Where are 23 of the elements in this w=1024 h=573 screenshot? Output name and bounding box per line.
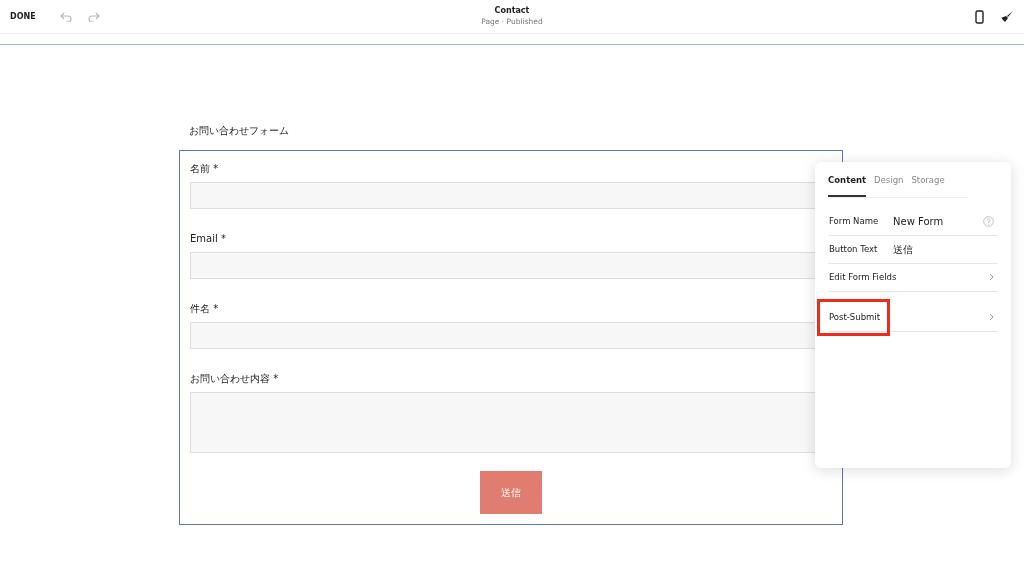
field-label: 名前 * bbox=[190, 162, 220, 176]
page-title: Contact bbox=[493, 6, 531, 16]
redo-icon[interactable] bbox=[87, 11, 100, 22]
field-label: 件名 * bbox=[190, 302, 220, 316]
brush-icon[interactable] bbox=[1000, 9, 1014, 24]
done-button[interactable]: DONE bbox=[10, 10, 36, 23]
setting-label: Button Text bbox=[829, 242, 879, 256]
mobile-icon[interactable] bbox=[975, 9, 984, 24]
field-label: Email * bbox=[190, 232, 227, 246]
panel-tab[interactable]: Content bbox=[828, 174, 867, 197]
chevron-icon[interactable] bbox=[989, 313, 994, 322]
setting-value[interactable]: New Form bbox=[893, 213, 983, 229]
panel-tab[interactable]: Design bbox=[874, 174, 904, 197]
form-heading: お問い合わせフォーム bbox=[189, 124, 290, 138]
undo-icon[interactable] bbox=[59, 11, 72, 22]
panel-tab[interactable]: Storage bbox=[911, 174, 945, 197]
setting-value[interactable]: 送信 bbox=[893, 241, 998, 257]
setting-link[interactable]: Edit Form Fields bbox=[829, 270, 897, 284]
setting-label: Form Name bbox=[829, 214, 880, 228]
setting-link[interactable]: Post-Submit bbox=[817, 298, 890, 336]
field-label: お問い合わせ内容 * bbox=[190, 372, 280, 386]
help-icon[interactable] bbox=[983, 215, 994, 227]
chevron-icon[interactable] bbox=[989, 273, 994, 282]
